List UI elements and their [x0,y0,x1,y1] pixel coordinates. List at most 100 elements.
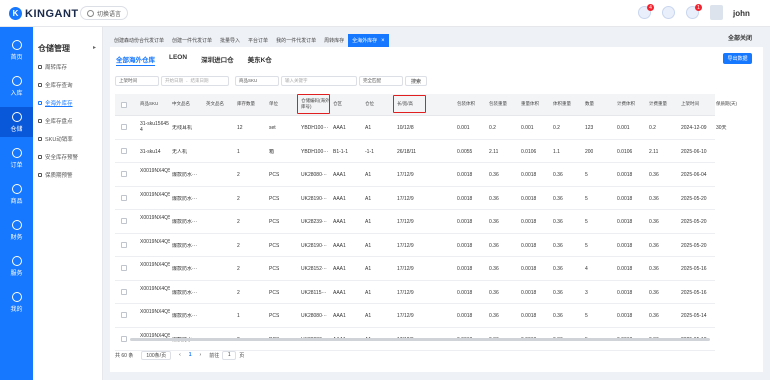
sidebar-item-home[interactable]: 首页 [0,35,33,65]
column-header[interactable]: 上架时间 [681,101,699,107]
username[interactable]: john [733,9,750,18]
row-checkbox[interactable] [121,218,127,224]
sidebar-item-service[interactable]: 服务 [0,251,33,281]
column-header[interactable]: 计费重量 [649,101,667,107]
notification-icon[interactable]: 4 [638,4,654,19]
column-header[interactable]: 体积重量 [553,101,571,107]
page-tab-label: 创建森动份合代发订单 [114,38,165,44]
page-tab[interactable]: 全海外库存 × [348,34,389,47]
table-cell: 爆款防水··· [172,172,197,178]
next-page-button[interactable]: › [200,352,202,358]
table-cell: 123 [585,125,594,131]
sku-type-select[interactable]: 商品SKU [235,76,279,86]
column-header[interactable]: 仓区 [333,101,342,107]
goto-page-input[interactable]: 1 [222,350,237,360]
table-cell: PCS [269,172,280,178]
column-header[interactable]: 计费体积 [617,101,635,107]
table-row: X0019NX4Q5 爆款防水··· 2 PCS UK28115··· AAA1 A1 17/… [115,281,715,304]
row-checkbox[interactable] [121,288,127,295]
submenu-item[interactable]: 全海外库存 [38,99,73,107]
row-checkbox[interactable] [121,147,127,154]
export-button[interactable]: 导出数据 [723,53,752,64]
table-cell: AAA1 [333,266,346,272]
time-type-select[interactable]: 上架时间 [115,76,159,86]
sidebar-item-products[interactable]: 商品 [0,179,33,209]
table-cell: B1-1-1 [333,148,349,155]
column-header[interactable]: 单位 [269,101,278,107]
language-switch-button[interactable]: 切换语言 [80,6,129,20]
page-tab[interactable]: 创建一件代发订单 [168,34,216,47]
submenu-item[interactable]: SKU动销率 [38,135,73,143]
table-cell: 1 [237,313,240,319]
row-checkbox[interactable] [121,124,127,130]
submenu-item[interactable]: 保质期预警 [38,171,73,179]
column-header[interactable]: 包装体积 [457,101,475,107]
table-cell: AAA1 [333,289,346,296]
collapse-arrow-icon[interactable]: ▸ [93,44,96,51]
date-range-picker[interactable]: 开始日期 - 结束日期 [161,76,229,86]
table-cell: A1 [365,195,372,202]
search-button[interactable]: 搜索 [405,76,427,86]
table-cell: 0.0018 [521,219,537,225]
match-mode-select[interactable]: 完全匹配 [359,76,403,86]
column-header[interactable]: 商品SKU [140,101,158,107]
submenu-item[interactable]: 全库存盘点 [38,117,73,125]
page-tab[interactable]: 平台订单 [244,34,272,47]
warehouse-tab[interactable]: 美东K仓 [248,52,272,66]
column-header[interactable]: 英文品名 [206,101,224,107]
page-tab[interactable]: 创建森动份合代发订单 [110,34,168,47]
table-cell: 17/12/9 [397,313,414,319]
close-all-tabs-button[interactable]: 全部关闭 [728,33,753,42]
warehouse-tab[interactable]: 深圳进口仓 [201,52,234,66]
horizontal-scrollbar[interactable] [130,338,710,341]
sidebar-item-orders[interactable]: 订单 [0,143,33,173]
table-cell: X0019NX4Q5 [140,238,170,245]
logo[interactable]: K KINGANT [9,7,79,20]
table-cell: 0.36 [553,313,563,319]
row-checkbox[interactable] [121,335,127,342]
row-checkbox[interactable] [121,265,127,271]
submenu-item[interactable]: 周转库存 [38,63,67,71]
prev-page-button[interactable]: ‹ [179,352,181,358]
close-icon[interactable]: × [381,38,385,44]
submenu-item-label: 全库存盘点 [45,119,73,125]
page-tab[interactable]: 我的一件代发订单 [272,34,320,47]
page-tab[interactable]: 周转库存 [320,34,348,47]
products-icon [11,183,22,194]
page-size-select[interactable]: 100条/页 [141,350,172,360]
message-icon[interactable] [662,6,675,19]
column-header[interactable]: 包装重量 [489,101,507,107]
column-header[interactable]: 重量体积 [521,101,539,107]
menu-item-icon [38,119,42,123]
sidebar-item-warehouse[interactable]: 仓储 [0,107,33,137]
warehouse-tab[interactable]: LEON [169,52,187,66]
finance-icon [11,219,22,230]
row-checkbox[interactable] [121,171,127,177]
column-header[interactable]: 中文品名 [172,101,190,107]
submenu-item[interactable]: 安全库存预警 [38,153,78,161]
select-all-checkbox[interactable] [121,102,127,108]
row-checkbox[interactable] [121,312,127,318]
column-header[interactable]: 保质期(天) [716,101,737,107]
row-checkbox[interactable] [121,194,127,201]
warehouse-tab[interactable]: 全部海外仓库 [116,52,155,66]
current-page-button[interactable]: 1 [189,352,192,358]
column-header[interactable]: 数量 [585,101,594,107]
table-cell: 爆款防水··· [172,219,197,225]
sidebar-item-finance[interactable]: 财务 [0,215,33,245]
page-tab[interactable]: 批量导入 [216,34,244,47]
keyword-input[interactable]: 输入关键字 [281,76,357,86]
column-header[interactable]: 库存数量 [237,101,255,107]
table-cell: AAA1 [333,172,346,178]
column-header[interactable]: 仓位 [365,101,374,107]
table-row: X0019NX4Q5 爆款防水··· 2 PCS UK28239··· AAA1 A1 17/… [115,210,715,234]
sidebar-item-mine[interactable]: 我的 [0,287,33,317]
sidebar-item-inbound[interactable]: 入库 [0,71,33,101]
settings-icon[interactable]: 1 [686,4,702,19]
avatar[interactable] [710,5,723,20]
table-cell: AAA1 [333,195,346,202]
row-checkbox[interactable] [121,241,127,248]
submenu-item[interactable]: 全库存查询 [38,81,73,89]
table-cell: 0.0018 [521,266,537,272]
table-cell: 0.36 [649,289,659,296]
